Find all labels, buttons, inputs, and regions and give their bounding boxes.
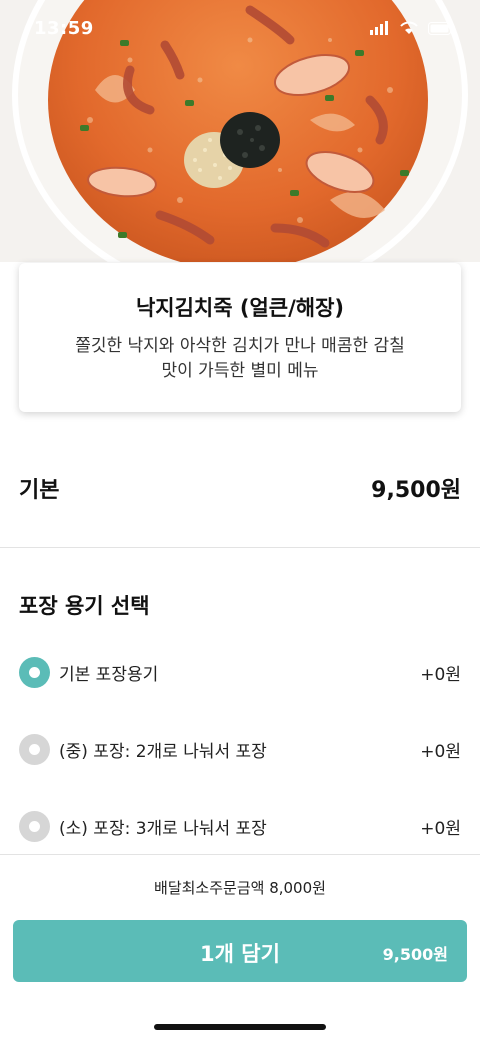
packaging-option-small[interactable]: (소) 포장: 3개로 나눠서 포장 +0원 [19,810,461,842]
wifi-icon [400,20,418,39]
option-price: +0원 [420,741,461,762]
menu-title: 낙지김치죽 (얼큰/해장) [135,296,345,320]
base-price-value: 9,500원 [371,478,461,503]
radio-unselected-icon[interactable] [19,810,50,842]
option-price: +0원 [420,664,461,685]
bottom-panel: 배달최소주문금액 8,000원 1개 담기 9,500원 [0,854,480,1039]
status-icons [370,20,454,39]
packaging-section-title: 포장 용기 선택 [19,594,150,618]
signal-icon [370,20,390,39]
packaging-option-medium[interactable]: (중) 포장: 2개로 나눠서 포장 +0원 [19,733,461,765]
packaging-option-basic[interactable]: 기본 포장용기 +0원 [19,656,461,688]
min-order-amount: 배달최소주문금액 8,000원 [154,879,326,897]
section-divider [0,547,480,548]
option-label: (소) 포장: 3개로 나눠서 포장 [59,818,267,839]
radio-selected-icon[interactable] [19,656,50,688]
battery-icon [428,20,454,39]
base-price-row: 기본 9,500원 [19,468,461,508]
option-label: (중) 포장: 2개로 나눠서 포장 [59,741,267,762]
base-price-label: 기본 [19,478,60,503]
menu-description: 쫄깃한 낙지와 아삭한 김치가 만나 매콤한 감칠맛이 가득한 별미 메뉴 [75,336,405,381]
add-to-cart-button[interactable]: 1개 담기 9,500원 [13,920,467,982]
status-bar: 13:59 [0,0,480,58]
cart-button-price: 9,500원 [382,945,448,964]
home-indicator[interactable] [154,1024,326,1030]
radio-unselected-icon[interactable] [19,733,50,765]
status-time: 13:59 [34,18,94,39]
option-price: +0원 [420,818,461,839]
option-label: 기본 포장용기 [59,664,159,685]
menu-info-card: 낙지김치죽 (얼큰/해장) 쫄깃한 낙지와 아삭한 김치가 만나 매콤한 감칠맛… [19,263,461,412]
